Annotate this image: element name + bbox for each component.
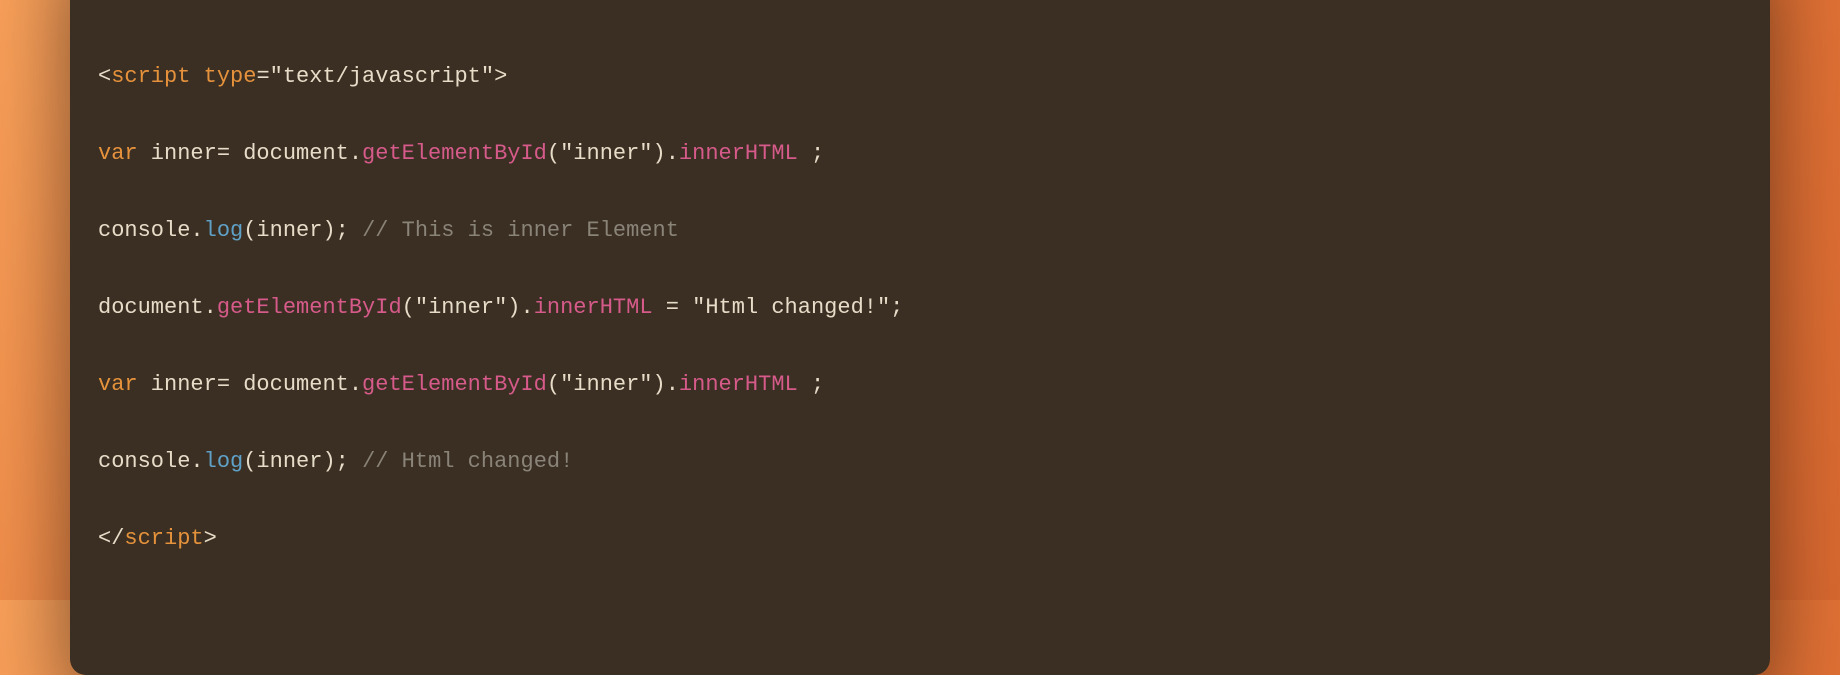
method-args: ("inner"). [547,372,679,397]
property: innerHTML [679,372,798,397]
tag-open-bracket: < [98,64,111,89]
keyword-var: var [98,372,138,397]
property: innerHTML [534,295,653,320]
method-call: log [204,449,244,474]
tail: ; [798,372,824,397]
tag-close-bracket: > [204,526,217,551]
code-line: console.log(inner); // This is inner Ele… [98,212,1742,251]
object: document. [98,295,217,320]
method-call: getElementById [362,141,547,166]
object: console. [98,449,204,474]
var-decl: inner= document. [138,372,362,397]
tag-close-bracket: > [494,64,507,89]
code-line: <script type="text/javascript"> [98,58,1742,97]
property: innerHTML [679,141,798,166]
tag-name: script [124,526,203,551]
attr-space [190,64,203,89]
code-line: console.log(inner); // Html changed! [98,443,1742,482]
comment: // This is inner Element [362,218,679,243]
code-block: <script type="text/javascript"> var inne… [98,19,1742,635]
keyword-var: var [98,141,138,166]
code-line: document.getElementById("inner").innerHT… [98,289,1742,328]
tail: ; [798,141,824,166]
code-line: </script> [98,520,1742,559]
method-call: log [204,218,244,243]
method-args: (inner); [243,449,362,474]
tag-name: script [111,64,190,89]
method-call: getElementById [217,295,402,320]
method-args: (inner); [243,218,362,243]
method-args: ("inner"). [402,295,534,320]
attr-name: type [204,64,257,89]
equals: = [256,64,269,89]
code-line: var inner= document.getElementById("inne… [98,135,1742,174]
var-decl: inner= document. [138,141,362,166]
tag-open-bracket: </ [98,526,124,551]
tail: = "Html changed!"; [653,295,904,320]
method-call: getElementById [362,372,547,397]
method-args: ("inner"). [547,141,679,166]
code-line: var inner= document.getElementById("inne… [98,366,1742,405]
object: console. [98,218,204,243]
attr-value: "text/javascript" [270,64,494,89]
code-window: Inner HTML of an element <script type="t… [70,0,1770,675]
comment: // Html changed! [362,449,573,474]
